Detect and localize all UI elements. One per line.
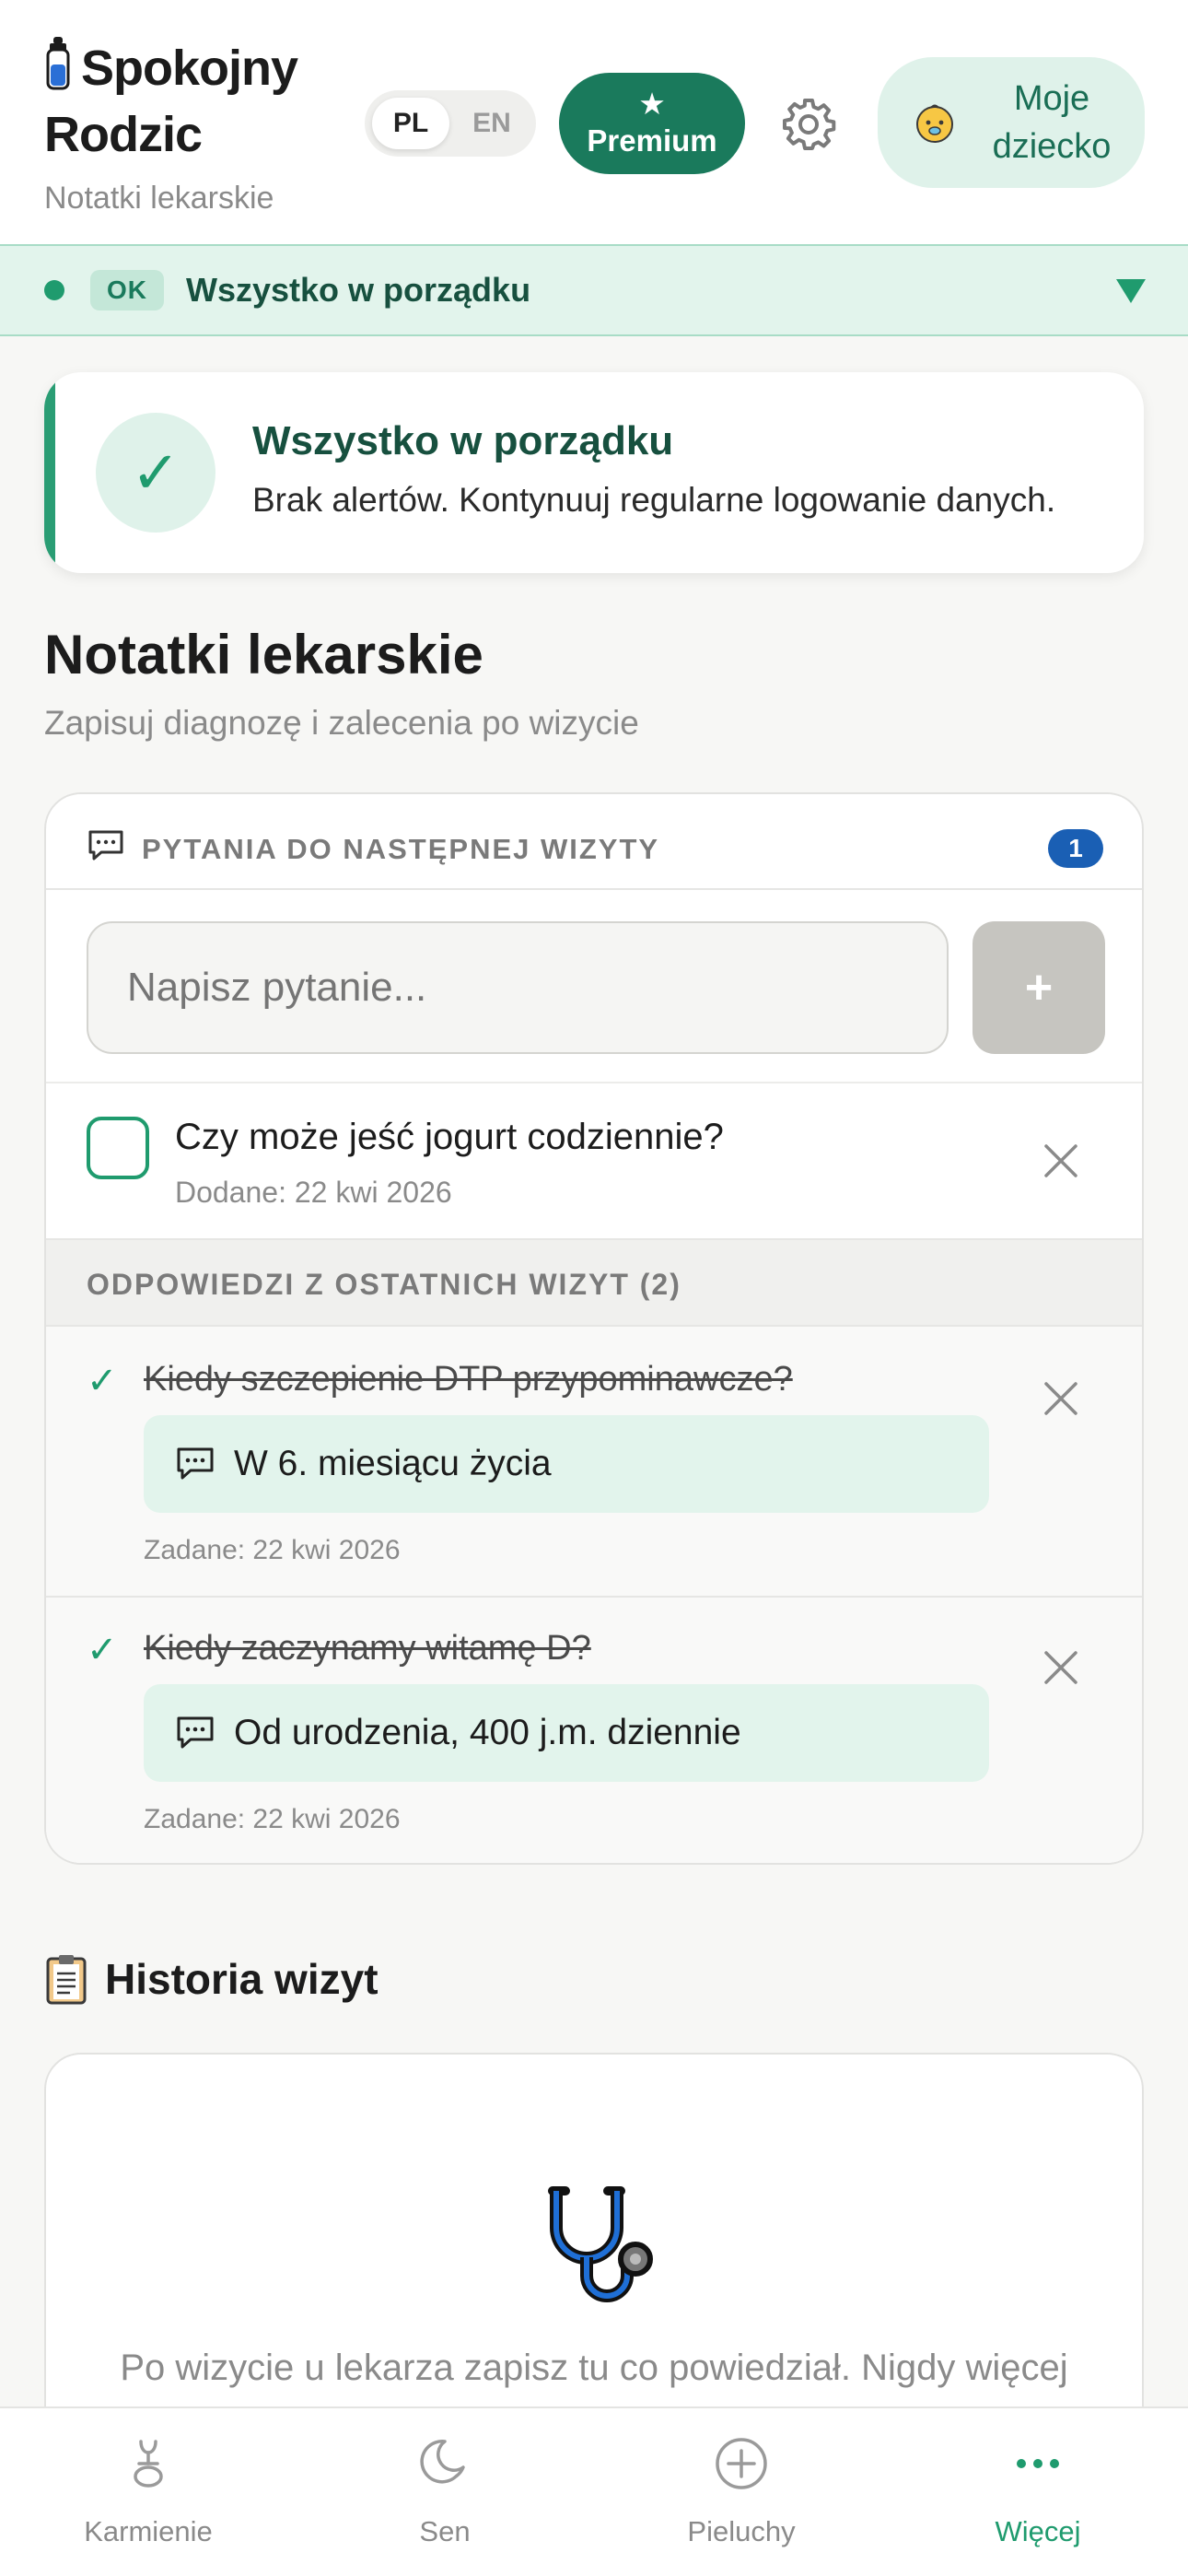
question-text: Czy może jeść jogurt codziennie? [175, 1117, 724, 1157]
brand: Spokojny Rodzic Notatki lekarskie [44, 35, 348, 217]
my-child-label: Moje dziecko [992, 79, 1112, 166]
nav-item-feeding[interactable]: Karmienie [0, 2408, 297, 2576]
questions-header-label: PYTANIA DO NASTĘPNEJ WIZYTY [142, 833, 660, 865]
baby-face-icon [916, 104, 953, 143]
language-toggle: PL EN [365, 90, 536, 157]
page-title: Notatki lekarskie [44, 624, 483, 685]
speech-bubble-icon [88, 830, 123, 861]
questions-header: PYTANIA DO NASTĘPNEJ WIZYTY 1 [46, 794, 1142, 890]
app-title-line2: Rodzic [44, 107, 203, 162]
check-icon: ✓ [87, 1361, 118, 1401]
answer-box: W 6. miesiącu życia [144, 1415, 989, 1513]
premium-button[interactable]: ★ Premium [559, 73, 745, 174]
answer-date: Zadane: 22 kwi 2026 [144, 1535, 401, 1565]
chevron-down-icon[interactable] [1116, 279, 1146, 303]
questions-card: PYTANIA DO NASTĘPNEJ WIZYTY 1 + Czy może… [44, 792, 1144, 1865]
stethoscope-icon [548, 2186, 653, 2302]
gear-icon[interactable] [779, 95, 838, 154]
nav-label: Sen [419, 2515, 471, 2547]
answer-question: Kiedy zaczynamy witamę D? [144, 1629, 591, 1668]
answer-question: Kiedy szczepienie DTP przypominawcze? [144, 1360, 793, 1399]
visit-history-label: Historia wizyt [105, 1955, 379, 2003]
question-date: Dodane: 22 kwi 2026 [175, 1176, 452, 1209]
page-subtitle: Zapisuj diagnozę i zalecenia po wizycie [44, 704, 639, 742]
check-icon: ✓ [87, 1630, 118, 1670]
nav-label: Więcej [995, 2515, 1081, 2547]
clipboard-icon [46, 1955, 87, 2005]
status-bar[interactable]: OK Wszystko w porządku [0, 244, 1188, 336]
star-icon: ★ [638, 87, 666, 121]
lang-en-button[interactable]: EN [455, 98, 529, 149]
all-ok-card: ✓ Wszystko w porządku Brak alertów. Kont… [44, 372, 1144, 573]
moon-icon [420, 2440, 465, 2484]
premium-label: Premium [587, 123, 717, 158]
close-icon[interactable] [1041, 1141, 1081, 1181]
answer-date: Zadane: 22 kwi 2026 [144, 1804, 401, 1834]
answer-item: ✓ Kiedy szczepienie DTP przypominawcze? … [46, 1327, 1142, 1598]
status-dot-icon [44, 280, 64, 300]
history-empty-text: Po wizycie u lekarza zapisz tu co powied… [120, 2348, 1068, 2388]
questions-count-badge: 1 [1048, 829, 1103, 868]
answer-text: W 6. miesiącu życia [234, 1444, 552, 1483]
my-child-button[interactable]: Moje dziecko [878, 57, 1145, 188]
app-title-line1: Spokojny [81, 41, 298, 96]
add-question-button[interactable]: + [973, 921, 1105, 1054]
answers-header-label: ODPOWIEDZI Z OSTATNICH WIZYT (2) [87, 1268, 681, 1301]
question-checkbox[interactable] [87, 1117, 149, 1179]
check-icon: ✓ [96, 413, 215, 533]
close-icon[interactable] [1041, 1378, 1081, 1419]
status-badge: OK [90, 270, 164, 310]
card-accent-bar [44, 372, 55, 573]
answer-item: ✓ Kiedy zaczynamy witamę D? Od urodzenia… [46, 1598, 1142, 1863]
visit-history-title: Historia wizyt [44, 1953, 379, 2005]
answer-box: Od urodzenia, 400 j.m. dziennie [144, 1684, 989, 1782]
bottle-icon [134, 2440, 163, 2488]
nav-item-more[interactable]: Więcej [890, 2408, 1186, 2576]
app-header: Spokojny Rodzic Notatki lekarskie PL EN … [0, 0, 1188, 244]
ok-card-title: Wszystko w porządku [252, 418, 674, 463]
speech-bubble-icon [177, 1716, 214, 1749]
speech-bubble-icon [177, 1447, 214, 1480]
nav-label: Pieluchy [687, 2515, 796, 2547]
ok-card-description: Brak alertów. Kontynuuj regularne logowa… [252, 481, 1056, 519]
baby-bottle-icon [46, 37, 70, 90]
close-icon[interactable] [1041, 1647, 1081, 1688]
bottom-nav: Karmienie Sen Pieluchy Więcej [0, 2406, 1188, 2576]
app-subtitle: Notatki lekarskie [44, 181, 274, 216]
status-text: Wszystko w porządku [186, 271, 531, 309]
nav-item-sleep[interactable]: Sen [297, 2408, 593, 2576]
nav-item-diapers[interactable]: Pieluchy [593, 2408, 890, 2576]
plus-circle-icon [716, 2438, 767, 2489]
nav-label: Karmienie [84, 2515, 213, 2547]
lang-pl-button[interactable]: PL [372, 98, 449, 149]
more-dots-icon [1017, 2459, 1059, 2468]
question-item: Czy może jeść jogurt codziennie? Dodane:… [46, 1082, 1142, 1240]
answers-header: ODPOWIEDZI Z OSTATNICH WIZYT (2) [46, 1240, 1142, 1327]
answer-text: Od urodzenia, 400 j.m. dziennie [234, 1713, 741, 1752]
question-input[interactable] [87, 921, 949, 1054]
